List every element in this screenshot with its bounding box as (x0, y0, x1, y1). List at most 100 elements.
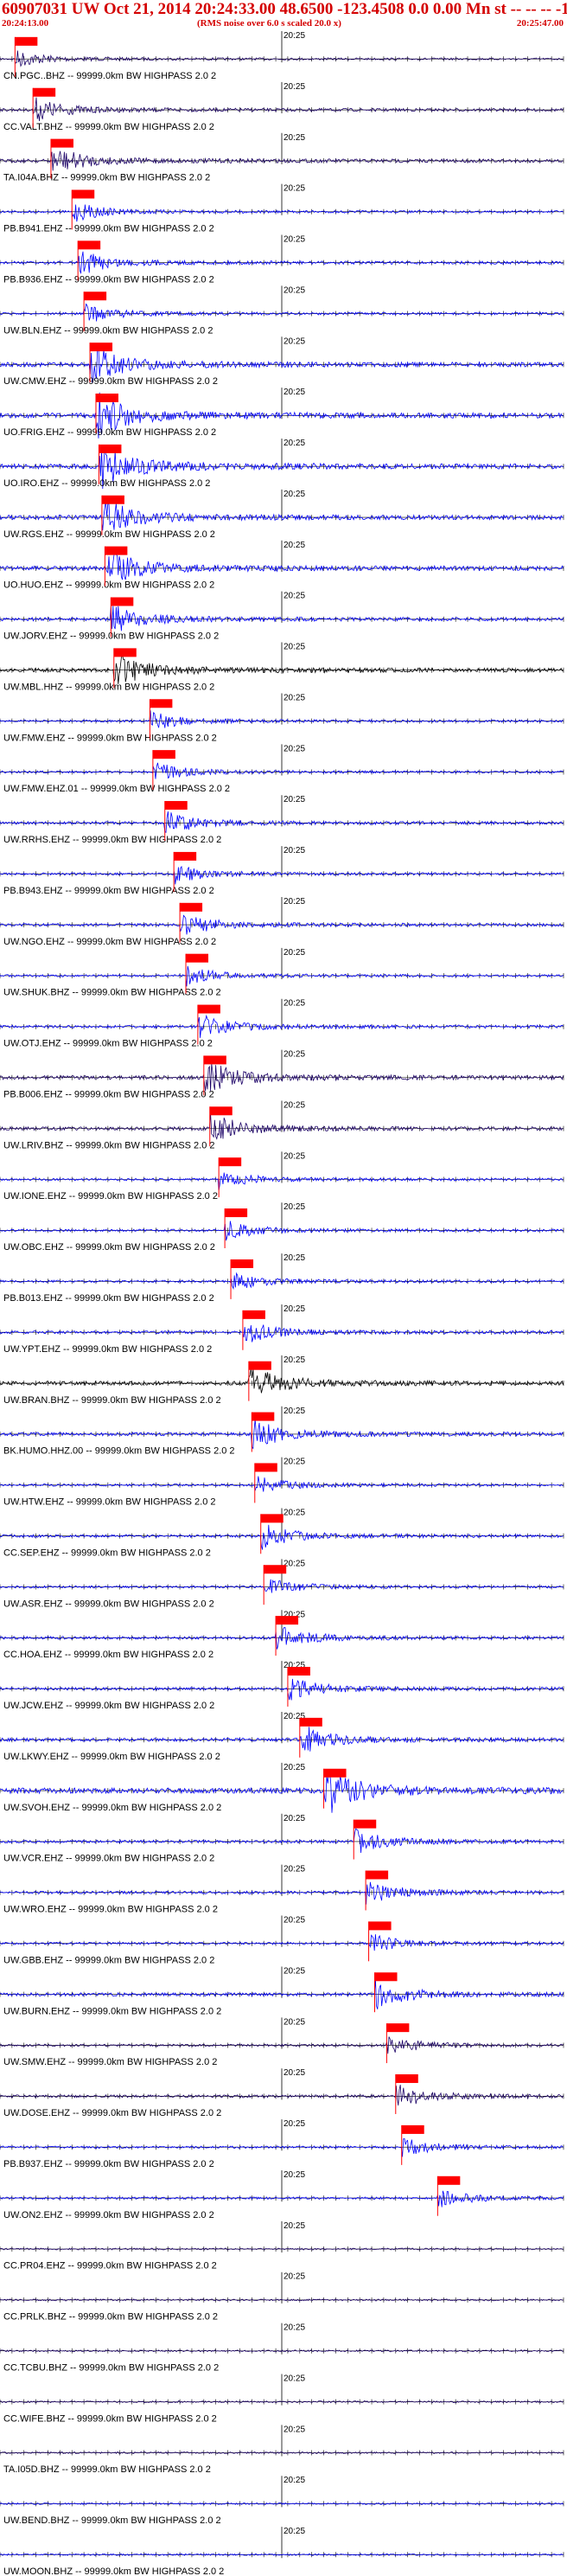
trace-row: 20:25 UW.NGO.EHZ -- 99999.0km BW HIGHPASS… (0, 897, 564, 947)
trace-row: 20:25 UW.RGS.EHZ -- 99999.0km BW HIGHPASS… (0, 489, 564, 540)
station-label: PB.B936.EHZ -- 99999.0km BW HIGHPASS 2.0… (3, 274, 214, 285)
trace-row: 20:25CC.HOA.EHZ -- 99999.0km BW HIGHPASS… (0, 1610, 564, 1660)
pick-marker (186, 953, 209, 963)
pick-marker (15, 36, 38, 46)
station-label: UW.BEND.BHZ -- 99999.0km BW HIGHPASS 2.0… (3, 2515, 221, 2526)
trace-row: 20:25 UW.ON2.EHZ -- 99999.0km BW HIGHPASS… (0, 2169, 564, 2220)
station-label: UW.SVOH.EHZ -- 99999.0km BW HIGHPASS 2.0… (3, 1803, 221, 1813)
station-label: PB.B943.EHZ -- 99999.0km BW HIGHPASS 2.0… (3, 886, 214, 896)
trace-row: 20:25 UW.BLN.EHZ -- 99999.0km BW HIGHPASS… (0, 285, 564, 336)
trace-row: 20:25 UW.BRAN.BHZ -- 99999.0km BW HIGHPAS… (0, 1355, 564, 1406)
minute-marker-label: 20:25 (284, 285, 305, 295)
pick-marker (197, 1004, 220, 1014)
end-time: 20:25:47.00 (516, 18, 564, 29)
minute-marker-label: 20:25 (284, 336, 305, 346)
waveform (0, 2349, 564, 2353)
trace-row: 20:25 UW.MBL.HHZ -- 99999.0km BW HIGHPASS… (0, 642, 564, 692)
minute-marker-label: 20:25 (284, 1050, 305, 1060)
pick-marker (395, 2074, 418, 2084)
station-label: UW.GBB.EHZ -- 99999.0km BW HIGHPASS 2.0 … (3, 1955, 214, 1965)
trace-row: 20:25 UW.IONE.EHZ -- 99999.0km BW HIGHPAS… (0, 1151, 564, 1201)
minute-marker-label: 20:25 (284, 1253, 305, 1263)
pick-marker (287, 1666, 310, 1676)
pick-marker (72, 189, 95, 199)
pick-marker (90, 343, 113, 352)
trace-row: 20:25 UW.OTJ.EHZ -- 99999.0km BW HIGHPASS… (0, 998, 564, 1049)
station-label: UW.NGO.EHZ -- 99999.0km BW HIGHPASS 2.0 … (3, 937, 216, 947)
minute-marker-label: 20:25 (284, 1407, 305, 1416)
station-label: PB.B013.EHZ -- 99999.0km BW HIGHPASS 2.0… (3, 1293, 214, 1304)
station-label: TA.I05D.BHZ -- 99999.0km BW HIGHPASS 2.0… (3, 2464, 211, 2475)
minute-marker-label: 20:25 (284, 1763, 305, 1772)
minute-marker-label: 20:25 (284, 643, 305, 652)
trace-row: 20:25 UW.FMW.EHZ -- 99999.0km BW HIGHPASS… (0, 693, 564, 743)
event-title: 60907031 UW Oct 21, 2014 20:24:33.00 48.… (2, 0, 567, 18)
pick-marker (366, 1870, 389, 1880)
minute-marker-label: 20:25 (284, 2119, 305, 2129)
minute-marker-label: 20:25 (284, 795, 305, 804)
station-label: CC.PR04.EHZ -- 99999.0km BW HIGHPASS 2.0… (3, 2261, 217, 2272)
station-label: UW.ON2.EHZ -- 99999.0km BW HIGHPASS 2.0 … (3, 2210, 214, 2220)
pick-marker (95, 393, 118, 402)
station-label: UW.CMW.EHZ -- 99999.0km BW HIGHPASS 2.0 … (3, 376, 218, 387)
minute-marker-label: 20:25 (284, 1304, 305, 1314)
trace-row: 20:25 UW.HTW.EHZ -- 99999.0km BW HIGHPASS… (0, 1457, 564, 1508)
station-label: UW.OTJ.EHZ -- 99999.0km BW HIGHPASS 2.0 … (3, 1039, 213, 1049)
minute-marker-label: 20:25 (284, 1916, 305, 1926)
minute-marker-label: 20:25 (284, 1100, 305, 1110)
minute-marker-label: 20:25 (284, 1202, 305, 1212)
pick-marker (242, 1310, 265, 1319)
trace-row: 20:25 CC.TCBU.BHZ -- 99999.0km BW HIGHPAS… (0, 2323, 564, 2373)
trace-row: 20:25 UW.GBB.EHZ -- 99999.0km BW HIGHPASS… (0, 1915, 564, 1965)
pick-marker (260, 1514, 284, 1523)
station-label: UW.RRHS.EHZ -- 99999.0km BW HIGHPASS 2.0… (3, 835, 221, 845)
trace-row: 20:25 UW.LRIV.BHZ -- 99999.0km BW HIGHPAS… (0, 1100, 564, 1150)
pick-marker (50, 138, 73, 148)
station-label: TA.I04A.BHZ -- 99999.0km BW HIGHPASS 2.0… (3, 173, 210, 183)
station-label: UW.IONE.EHZ -- 99999.0km BW HIGHPASS 2.0… (3, 1191, 218, 1201)
minute-marker-label: 20:25 (284, 2476, 305, 2485)
trace-row: 20:25 UW.DOSE.EHZ -- 99999.0km BW HIGHPAS… (0, 2068, 564, 2118)
minute-marker-label: 20:25 (284, 490, 305, 499)
trace-row: 20:25UW.JCW.EHZ -- 99999.0km BW HIGHPASS… (0, 1661, 564, 1711)
minute-marker-label: 20:25 (284, 846, 305, 855)
minute-marker-label: 20:25 (284, 439, 305, 448)
minute-marker-label: 20:25 (284, 1865, 305, 1874)
pick-marker (254, 1463, 277, 1472)
trace-row: 20:25 CC.PR04.EHZ -- 99999.0km BW HIGHPAS… (0, 2220, 564, 2272)
trace-row: 20:25 UW.SMW.EHZ -- 99999.0km BW HIGHPASS… (0, 2017, 564, 2067)
minute-marker-label: 20:25 (284, 82, 305, 92)
minute-marker-label: 20:25 (284, 541, 305, 550)
minute-marker-label: 20:25 (284, 2425, 305, 2434)
pick-marker (78, 240, 101, 250)
station-label: UW.VCR.EHZ -- 99999.0km BW HIGHPASS 2.0 … (3, 1854, 214, 1864)
trace-row: 20:25 UW.SHUK.BHZ -- 99999.0km BW HIGHPAS… (0, 947, 564, 998)
trace-row: 20:25 UO.IRO.EHZ -- 99999.0km BW HIGHPASS… (0, 439, 564, 490)
station-label: UW.LRIV.BHZ -- 99999.0km BW HIGHPASS 2.0… (3, 1140, 215, 1150)
pick-marker (113, 648, 137, 657)
minute-marker-label: 20:25 (284, 2374, 305, 2383)
trace-row: 20:25 CC.SEP.EHZ -- 99999.0km BW HIGHPASS… (0, 1508, 564, 1558)
station-label: UW.YPT.EHZ -- 99999.0km BW HIGHPASS 2.0 … (3, 1344, 212, 1355)
station-label: UW.DOSE.EHZ -- 99999.0km BW HIGHPASS 2.0… (3, 2108, 221, 2118)
pick-marker (225, 1208, 248, 1218)
station-label: CC.HOA.EHZ -- 99999.0km BW HIGHPASS 2.0 … (3, 1650, 213, 1660)
pick-marker (203, 1055, 226, 1065)
minute-marker-label: 20:25 (284, 693, 305, 702)
pick-marker (368, 1921, 392, 1931)
trace-row: 20:25 PB.B943.EHZ -- 99999.0km BW HIGHPAS… (0, 846, 564, 896)
station-label: CC.VALT.BHZ -- 99999.0km BW HIGHPASS 2.0… (3, 122, 214, 132)
pick-marker (354, 1819, 377, 1829)
station-label: UO.FRIG.EHZ -- 99999.0km BW HIGHPASS 2.0… (3, 427, 216, 438)
minute-marker-label: 20:25 (284, 2221, 305, 2231)
station-label: UW.WRO.EHZ -- 99999.0km BW HIGHPASS 2.0 … (3, 1905, 218, 1915)
minute-marker-label: 20:25 (284, 133, 305, 143)
trace-row: 20:25 UO.HUO.EHZ -- 99999.0km BW HIGHPASS… (0, 540, 564, 591)
minute-marker-label: 20:25 (284, 184, 305, 194)
minute-marker-label: 20:25 (284, 1509, 305, 1518)
minute-marker-label: 20:25 (284, 235, 305, 245)
pick-marker (33, 87, 56, 97)
seismogram-plot: 20:25 CN.PGC..BHZ -- 99999.0km BW HIGHPAS… (0, 31, 564, 2576)
pick-marker (219, 1157, 242, 1167)
station-label: PB.B941.EHZ -- 99999.0km BW HIGHPASS 2.0… (3, 224, 214, 234)
